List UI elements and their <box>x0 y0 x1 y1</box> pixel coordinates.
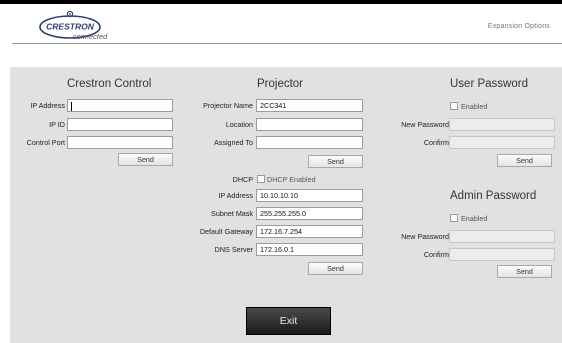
projector-send-button[interactable]: Send <box>308 155 363 168</box>
projector-ip-address-input[interactable]: 10.10.10.10 <box>256 189 363 202</box>
admin-password-title: Admin Password <box>450 190 537 202</box>
location-label: Location <box>225 120 253 129</box>
projector-name-input[interactable]: 2CC341 <box>256 99 363 112</box>
admin-password-enabled-checkbox[interactable] <box>450 214 458 222</box>
assigned-to-input[interactable] <box>256 136 363 149</box>
user-password-enabled-checkbox[interactable] <box>450 102 458 110</box>
admin-new-password-input[interactable] <box>449 230 555 243</box>
admin-password-send-button[interactable]: Send <box>497 265 552 278</box>
text-caret <box>71 101 72 111</box>
user-password-enabled-label: Enabled <box>461 102 488 111</box>
crestron-ip-address-input[interactable] <box>67 99 173 112</box>
dns-server-label: DNS Server <box>214 245 253 254</box>
brand-text: CRESTRON <box>46 22 95 32</box>
assigned-to-label: Assigned To <box>213 138 253 147</box>
user-confirm-input[interactable] <box>449 136 555 149</box>
dhcp-label: DHCP <box>232 175 253 184</box>
network-send-button[interactable]: Send <box>308 262 363 275</box>
projector-ip-address-label: IP Address <box>218 191 253 200</box>
admin-confirm-label: Confirm <box>423 250 449 259</box>
dhcp-enabled-checkbox[interactable] <box>257 175 265 183</box>
crestron-logo: CRESTRON connected <box>39 10 108 41</box>
admin-password-enabled-label: Enabled <box>461 214 488 223</box>
header: CRESTRON connected Expansion Options <box>0 4 562 44</box>
dns-server-input[interactable]: 172.16.0.1 <box>256 243 363 256</box>
admin-confirm-input[interactable] <box>449 248 555 261</box>
subnet-mask-input[interactable]: 255.255.255.0 <box>256 207 363 220</box>
expansion-options-link[interactable]: Expansion Options <box>488 23 550 30</box>
crestron-ip-id-input[interactable] <box>67 118 173 131</box>
user-new-password-input[interactable] <box>449 118 555 131</box>
crestron-ip-address-label: IP Address <box>30 101 65 110</box>
exit-button[interactable]: Exit <box>246 307 331 335</box>
crestron-ip-id-label: IP ID <box>49 120 65 129</box>
brand-sub-text: connected <box>73 32 108 41</box>
crestron-send-button[interactable]: Send <box>118 153 173 166</box>
dhcp-enabled-label: DHCP Enabled <box>267 175 316 184</box>
location-input[interactable] <box>256 118 363 131</box>
admin-new-password-label: New Password <box>401 232 449 241</box>
crestron-control-port-label: Control Port <box>26 138 65 147</box>
crestron-control-title: Crestron Control <box>67 78 152 90</box>
user-password-title: User Password <box>450 78 528 90</box>
default-gateway-label: Default Gateway <box>199 227 253 236</box>
crestron-control-port-input[interactable] <box>67 136 173 149</box>
default-gateway-input[interactable]: 172.16.7.254 <box>256 225 363 238</box>
subnet-mask-label: Subnet Mask <box>211 209 253 218</box>
header-divider <box>12 43 562 44</box>
settings-panel: Crestron Control IP Address IP ID Contro… <box>10 67 562 343</box>
user-confirm-label: Confirm <box>423 138 449 147</box>
user-password-send-button[interactable]: Send <box>497 154 552 167</box>
projector-title: Projector <box>257 78 304 90</box>
user-new-password-label: New Password <box>401 120 449 129</box>
projector-name-label: Projector Name <box>203 101 253 110</box>
